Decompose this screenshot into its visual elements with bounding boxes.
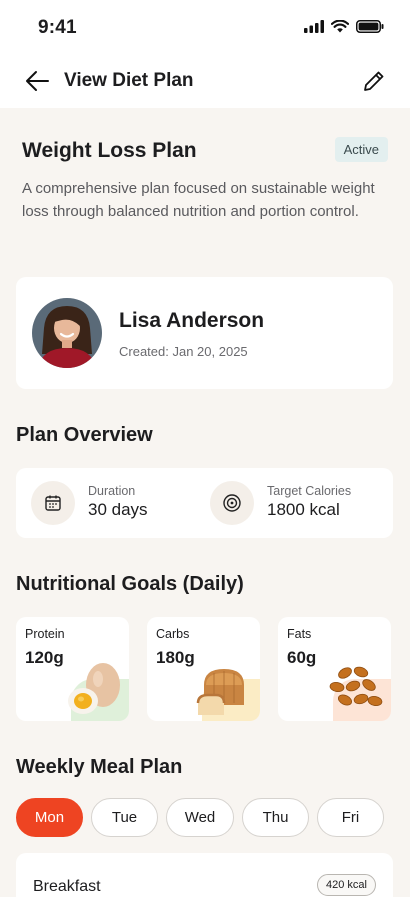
bread-icon [196, 669, 244, 715]
client-card[interactable]: Lisa Anderson Created: Jan 20, 2025 [16, 277, 393, 389]
plan-description: A comprehensive plan focused on sustaina… [22, 180, 375, 220]
target-calories-item: Target Calories 1800 kcal [210, 481, 380, 525]
goal-value: 60g [287, 648, 317, 667]
avatar [32, 298, 102, 368]
battery-icon [356, 20, 384, 33]
meal-card-breakfast[interactable]: Breakfast 420 kcal [16, 853, 393, 897]
section-title-goals: Nutritional Goals (Daily) [16, 573, 244, 595]
plan-overview-card: Duration 30 days Target Calories 1800 kc… [16, 468, 393, 538]
day-selector: Mon Tue Wed Thu Fri [16, 798, 384, 837]
section-title-weekly: Weekly Meal Plan [16, 756, 183, 778]
page-title: View Diet Plan [64, 70, 194, 91]
top-bar: 9:41 View Diet Plan [0, 0, 410, 108]
goal-label: Protein [25, 627, 65, 641]
signal-icon [304, 20, 324, 33]
goal-value: 180g [156, 648, 195, 667]
goal-label: Carbs [156, 627, 190, 641]
status-bar: 9:41 [0, 0, 410, 56]
day-tab-tue[interactable]: Tue [91, 798, 158, 837]
section-title-overview: Plan Overview [16, 424, 153, 446]
status-badge: Active [334, 137, 388, 162]
target-calories-label: Target Calories [267, 484, 352, 498]
edit-button[interactable] [358, 66, 390, 96]
calendar-icon [31, 481, 75, 525]
meal-name: Breakfast [33, 878, 101, 895]
client-name: Lisa Anderson [119, 309, 265, 332]
plan-title: Weight Loss Plan [22, 139, 197, 162]
pencil-icon [364, 71, 384, 91]
wifi-icon [331, 20, 349, 33]
arrow-left-icon [26, 71, 49, 91]
day-tab-wed[interactable]: Wed [166, 798, 234, 837]
goal-value: 120g [25, 648, 64, 667]
goal-card-fats[interactable]: Fats 60g [278, 617, 391, 721]
goal-card-protein[interactable]: Protein 120g [16, 617, 129, 721]
status-time: 9:41 [38, 17, 77, 38]
duration-item: Duration 30 days [31, 481, 181, 525]
day-tab-thu[interactable]: Thu [242, 798, 309, 837]
day-tab-fri[interactable]: Fri [317, 798, 384, 837]
goal-card-carbs[interactable]: Carbs 180g [147, 617, 260, 721]
nav-bar: View Diet Plan [0, 56, 410, 108]
target-calories-value: 1800 kcal [267, 500, 340, 519]
back-button[interactable] [20, 66, 54, 96]
egg-icon [68, 663, 120, 714]
day-tab-mon[interactable]: Mon [16, 798, 83, 837]
client-created-date: Created: Jan 20, 2025 [119, 344, 248, 359]
almond-icon [329, 666, 383, 706]
duration-value: 30 days [88, 500, 148, 519]
status-icons [304, 20, 384, 33]
target-icon [210, 481, 254, 525]
meal-calories-badge: 420 kcal [317, 874, 376, 896]
client-photo [32, 298, 102, 368]
goal-label: Fats [287, 627, 312, 641]
duration-label: Duration [88, 484, 136, 498]
